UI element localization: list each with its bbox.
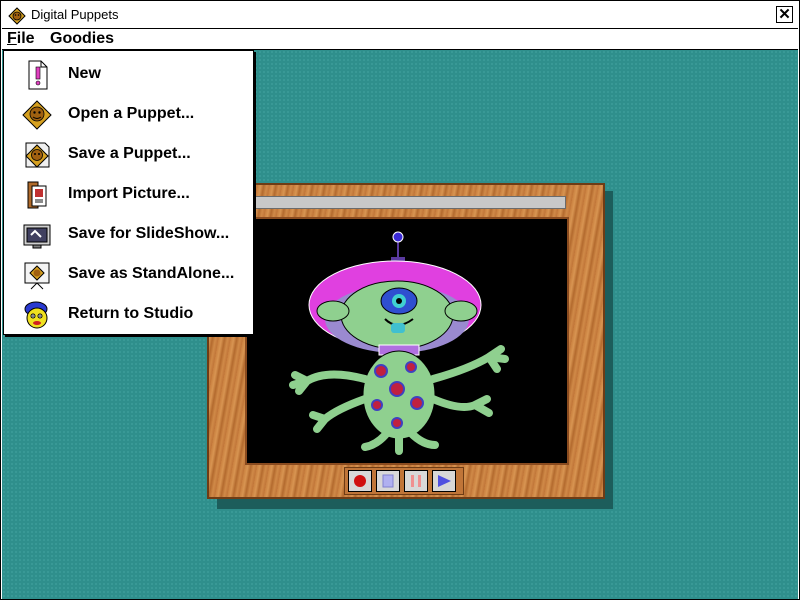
slideshow-icon — [23, 224, 51, 249]
menu-item-label: Open a Puppet... — [68, 105, 195, 122]
app-puppet-icon — [8, 7, 26, 25]
menu-item-save-slideshow[interactable]: Save for SlideShow... — [4, 215, 253, 255]
menu-item-label: Return to Studio — [68, 305, 194, 322]
new-document-icon — [28, 60, 48, 90]
alien-puppet[interactable] — [247, 219, 567, 463]
menu-bar: File Goodies — [2, 29, 798, 50]
menu-item-label: New — [68, 65, 101, 82]
play-icon — [438, 475, 451, 487]
menu-item-return-studio[interactable]: Return to Studio — [4, 295, 253, 335]
menu-file[interactable]: File — [4, 30, 38, 48]
import-picture-icon — [27, 181, 47, 209]
puppet-canvas[interactable] — [247, 219, 567, 463]
menu-goodies[interactable]: Goodies — [47, 30, 117, 48]
menu-item-import-picture[interactable]: Import Picture... — [4, 175, 253, 215]
file-menu-dropdown: New Open a Puppet... Save a Puppet... Im… — [3, 50, 254, 335]
playback-controls — [344, 467, 464, 495]
app-window: Digital Puppets ✕ File Goodies New Open … — [0, 0, 800, 600]
menu-item-open-puppet[interactable]: Open a Puppet... — [4, 95, 253, 135]
menu-item-new[interactable]: New — [4, 55, 253, 95]
menu-item-save-standalone[interactable]: Save as StandAlone... — [4, 255, 253, 295]
record-icon — [354, 475, 366, 487]
menu-file-mnemonic: F — [7, 30, 17, 47]
pause-icon — [411, 475, 421, 487]
menu-item-label: Save as StandAlone... — [68, 265, 235, 282]
save-puppet-icon — [25, 142, 50, 168]
title-bar: Digital Puppets ✕ — [2, 2, 798, 29]
standalone-icon — [24, 262, 50, 290]
progress-track[interactable] — [251, 196, 566, 209]
studio-character-icon — [24, 301, 48, 329]
record-button[interactable] — [348, 470, 372, 492]
pause-button[interactable] — [404, 470, 428, 492]
menu-file-label: ile — [16, 30, 35, 47]
menu-item-save-puppet[interactable]: Save a Puppet... — [4, 135, 253, 175]
close-button[interactable]: ✕ — [776, 6, 793, 23]
open-puppet-icon — [22, 100, 52, 130]
play-button[interactable] — [432, 470, 456, 492]
window-title: Digital Puppets — [31, 7, 119, 22]
stop-icon — [382, 474, 394, 488]
menu-item-label: Save a Puppet... — [68, 145, 191, 162]
stop-button[interactable] — [376, 470, 400, 492]
menu-item-label: Import Picture... — [68, 185, 190, 202]
menu-item-label: Save for SlideShow... — [68, 225, 230, 242]
